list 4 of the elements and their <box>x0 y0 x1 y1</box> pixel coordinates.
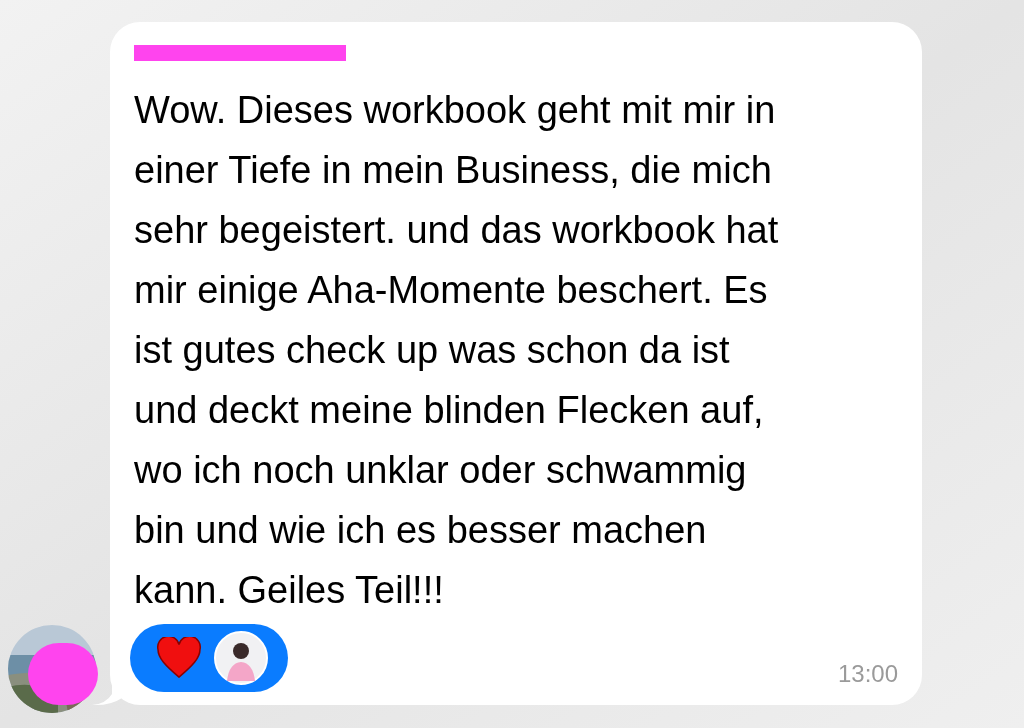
message-text: Wow. Dieses workbook geht mit mir in einer Tiefe in mein Business, die mich sehr begeistert. und das workbook hat mir einige Aha-Momente beschert. Es ist gutes check up was schon da ist und deckt meine blinden Flecken auf, wo ich noch unklar oder schwammig bin und wie ich es besser machen kann. Geiles Teil!!! <box>134 88 779 613</box>
timestamp: 13:00 <box>837 659 898 689</box>
heart-icon <box>156 637 202 679</box>
reactor-avatar <box>214 631 268 685</box>
